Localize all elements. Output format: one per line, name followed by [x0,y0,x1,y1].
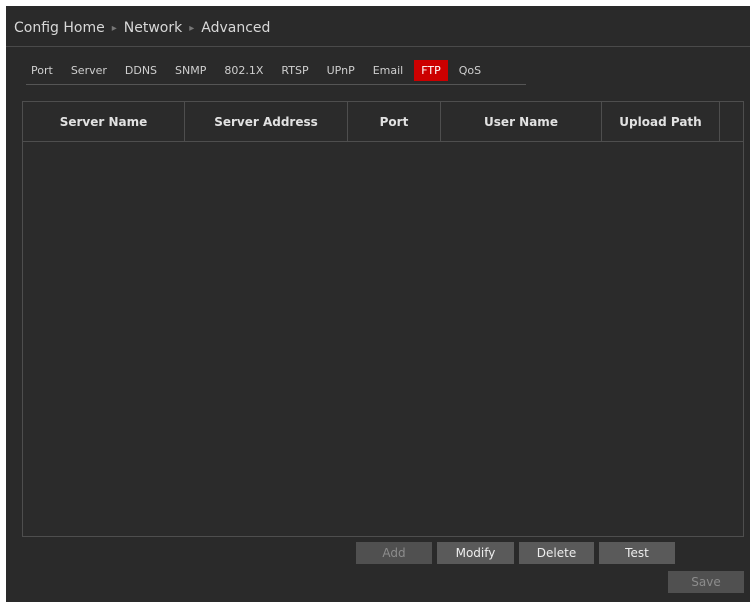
tab-server[interactable]: Server [64,60,114,81]
breadcrumb-network[interactable]: Network [124,20,182,36]
column-header-filler [720,102,743,141]
tab-email[interactable]: Email [366,60,411,81]
tab-8021x[interactable]: 802.1X [217,60,270,81]
breadcrumb-advanced: Advanced [201,20,271,36]
column-header-server-name[interactable]: Server Name [23,102,185,141]
tab-bar: Port Server DDNS SNMP 802.1X RTSP UPnP E… [24,58,492,82]
ftp-server-table: Server Name Server Address Port User Nam… [22,101,744,537]
chevron-right-icon: ▸ [111,22,117,34]
tab-rtsp[interactable]: RTSP [274,60,315,81]
breadcrumb-home[interactable]: Config Home [14,20,105,36]
tab-ddns[interactable]: DDNS [118,60,164,81]
delete-button[interactable]: Delete [519,542,594,564]
column-header-user-name[interactable]: User Name [441,102,602,141]
ftp-config-window: Config Home ▸ Network ▸ Advanced Port Se… [6,6,750,602]
modify-button[interactable]: Modify [437,542,514,564]
tab-snmp[interactable]: SNMP [168,60,213,81]
column-header-server-address[interactable]: Server Address [185,102,348,141]
tab-ftp[interactable]: FTP [414,59,448,81]
add-button[interactable]: Add [356,542,432,564]
tabs-divider [26,84,526,85]
save-button[interactable]: Save [668,571,744,593]
column-header-upload-path[interactable]: Upload Path [602,102,720,141]
column-header-port[interactable]: Port [348,102,441,141]
tab-upnp[interactable]: UPnP [320,60,362,81]
title-divider [6,46,750,47]
table-header: Server Name Server Address Port User Nam… [23,102,743,142]
tab-qos[interactable]: QoS [452,60,488,81]
breadcrumb: Config Home ▸ Network ▸ Advanced [14,18,270,38]
test-button[interactable]: Test [599,542,675,564]
chevron-right-icon: ▸ [189,22,195,34]
tab-port[interactable]: Port [24,60,60,81]
